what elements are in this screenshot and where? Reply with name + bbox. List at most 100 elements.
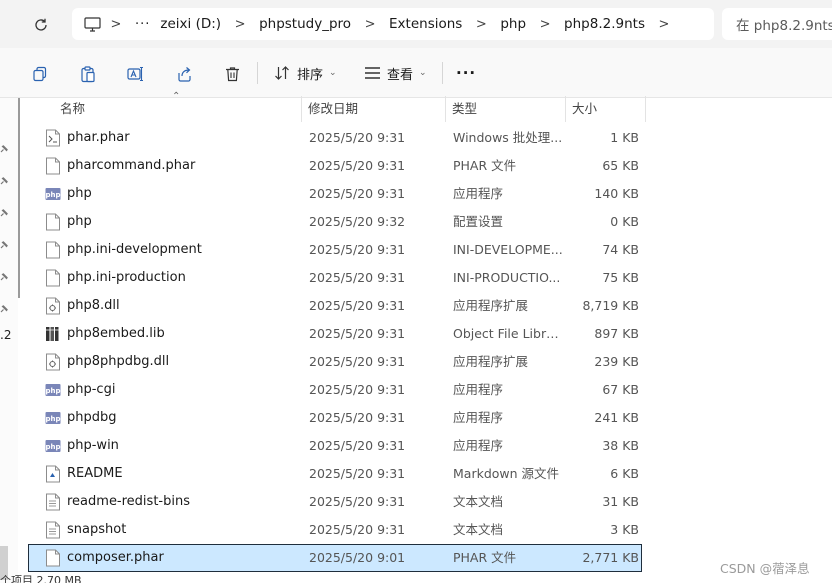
file-name-cell[interactable]: php [45, 209, 301, 235]
breadcrumb-separator-icon[interactable]: > [226, 17, 254, 32]
file-date: 2025/5/20 9:01 [309, 550, 406, 565]
file-name: snapshot [67, 522, 127, 537]
refresh-button[interactable] [28, 12, 54, 38]
file-row[interactable]: php.ini-development 2025/5/20 9:31 INI-DEV… [28, 236, 642, 264]
file-date: 2025/5/20 9:31 [309, 242, 406, 257]
chevron-down-icon: ⌄ [419, 68, 427, 78]
navigation-pane: .2 [0, 98, 18, 583]
nav-pane-splitter[interactable] [18, 98, 20, 298]
pin-icon[interactable] [0, 302, 10, 313]
file-name-cell[interactable]: README [45, 461, 301, 487]
file-size: 241 KB [594, 410, 639, 425]
svg-text:php: php [45, 387, 60, 395]
file-name-cell[interactable]: pharcommand.phar [45, 153, 301, 179]
file-type: 应用程序扩展 [453, 354, 529, 369]
copy-icon [33, 66, 47, 82]
file-name-cell[interactable]: php8.dll [45, 293, 301, 319]
watermark: CSDN @蓿泽息 [720, 561, 810, 576]
breadcrumb-item-current[interactable]: php8.2.9nts [559, 16, 650, 32]
sort-icon [275, 66, 289, 80]
breadcrumb-separator-icon[interactable]: > [356, 17, 384, 32]
file-name-cell[interactable]: php.ini-development [45, 237, 301, 263]
file-row[interactable]: php8.dll 2025/5/20 9:31 应用程序扩展 8,719 KB [28, 292, 642, 320]
pin-icon[interactable] [0, 238, 10, 249]
toolbar-divider [442, 62, 443, 84]
file-name-cell[interactable]: composer.phar [45, 545, 301, 571]
paste-button[interactable] [75, 61, 101, 87]
file-row[interactable]: php.ini-production 2025/5/20 9:31 INI-PROD… [28, 264, 642, 292]
file-name-cell[interactable]: php.ini-production [45, 265, 301, 291]
file-name: composer.phar [67, 550, 164, 565]
breadcrumb-item[interactable]: php [495, 16, 531, 32]
file-name-cell[interactable]: php php-win [45, 433, 301, 459]
breadcrumb[interactable]: > ··· zeixi (D:) > phpstudy_pro > Extens… [72, 8, 714, 40]
breadcrumb-item[interactable]: Extensions [384, 16, 467, 32]
pin-icon[interactable] [0, 206, 10, 217]
blank-file-icon [45, 269, 61, 287]
file-name: php8phpdbg.dll [67, 354, 170, 369]
breadcrumb-separator-icon[interactable]: > [650, 17, 678, 32]
file-name-cell[interactable]: php php-cgi [45, 377, 301, 403]
file-date: 2025/5/20 9:32 [309, 214, 406, 229]
file-row[interactable]: snapshot 2025/5/20 9:31 文本文档 3 KB [28, 516, 642, 544]
column-header-type[interactable]: 类型 [446, 96, 566, 122]
blank-file-icon [45, 549, 61, 567]
rename-icon [127, 66, 143, 82]
file-name-cell[interactable]: readme-redist-bins [45, 489, 301, 515]
file-name-cell[interactable]: php php [45, 181, 301, 207]
file-name: php-cgi [67, 382, 116, 397]
file-name: README [67, 466, 123, 481]
file-row[interactable]: pharcommand.phar 2025/5/20 9:31 PHAR 文件 65 … [28, 152, 642, 180]
rename-button[interactable] [123, 61, 149, 87]
file-row[interactable]: php8embed.lib 2025/5/20 9:31 Object File L… [28, 320, 642, 348]
trash-icon [225, 67, 239, 82]
file-date: 2025/5/20 9:31 [309, 382, 406, 397]
column-header-size[interactable]: 大小 [566, 96, 646, 122]
file-type: Windows 批处理... [453, 130, 563, 145]
file-row[interactable]: README 2025/5/20 9:31 Markdown 源文件 6 KB [28, 460, 642, 488]
file-row[interactable]: php phpdbg 2025/5/20 9:31 应用程序 241 KB [28, 404, 642, 432]
file-row-selected[interactable]: composer.phar 2025/5/20 9:01 PHAR 文件 2,771 … [28, 544, 642, 572]
nav-item-label[interactable]: .2 [0, 328, 11, 342]
pin-icon[interactable] [0, 270, 10, 281]
share-button[interactable] [171, 61, 197, 87]
breadcrumb-separator-icon[interactable]: > [531, 17, 559, 32]
copy-button[interactable] [27, 61, 53, 87]
file-size: 0 KB [610, 214, 639, 229]
file-name-cell[interactable]: snapshot [45, 517, 301, 543]
view-dropdown[interactable]: 查看 ⌄ [364, 60, 427, 86]
view-label: 查看 [387, 67, 414, 83]
file-row[interactable]: php php-win 2025/5/20 9:31 应用程序 38 KB [28, 432, 642, 460]
more-options-button[interactable]: ··· [456, 60, 476, 86]
file-type: 应用程序 [453, 410, 504, 425]
file-row[interactable]: phar.phar 2025/5/20 9:31 Windows 批处理... 1 K… [28, 124, 642, 152]
blank-file-icon [45, 213, 61, 231]
file-name: php.ini-production [67, 270, 186, 285]
pin-icon[interactable] [0, 174, 10, 185]
file-name-cell[interactable]: php8embed.lib [45, 321, 301, 347]
sort-dropdown[interactable]: 排序 ⌄ [274, 60, 337, 86]
pin-icon[interactable] [0, 142, 10, 153]
file-row[interactable]: php php-cgi 2025/5/20 9:31 应用程序 67 KB [28, 376, 642, 404]
file-row[interactable]: php 2025/5/20 9:32 配置设置 0 KB [28, 208, 642, 236]
php-exe-icon: php [45, 437, 61, 455]
blank-file-icon [45, 241, 61, 259]
file-name-cell[interactable]: phar.phar [45, 125, 301, 151]
svg-text:php: php [45, 415, 60, 423]
breadcrumb-item[interactable]: phpstudy_pro [254, 16, 356, 32]
file-row[interactable]: readme-redist-bins 2025/5/20 9:31 文本文档 31 K… [28, 488, 642, 516]
file-name-cell[interactable]: php phpdbg [45, 405, 301, 431]
breadcrumb-separator-icon[interactable]: > [102, 17, 130, 32]
column-header-date[interactable]: 修改日期 [302, 96, 446, 122]
delete-button[interactable] [219, 61, 245, 87]
column-header-name[interactable]: 名称 [54, 96, 302, 122]
search-input[interactable]: 在 php8.2.9nts [722, 8, 832, 40]
dll-file-icon [45, 353, 61, 371]
breadcrumb-separator-icon[interactable]: > [467, 17, 495, 32]
this-pc-icon[interactable] [82, 14, 102, 34]
file-row[interactable]: php php 2025/5/20 9:31 应用程序 140 KB [28, 180, 642, 208]
file-row[interactable]: php8phpdbg.dll 2025/5/20 9:31 应用程序扩展 239 KB [28, 348, 642, 376]
file-name-cell[interactable]: php8phpdbg.dll [45, 349, 301, 375]
breadcrumb-item[interactable]: zeixi (D:) [155, 16, 226, 32]
breadcrumb-overflow-button[interactable]: ··· [130, 17, 155, 32]
